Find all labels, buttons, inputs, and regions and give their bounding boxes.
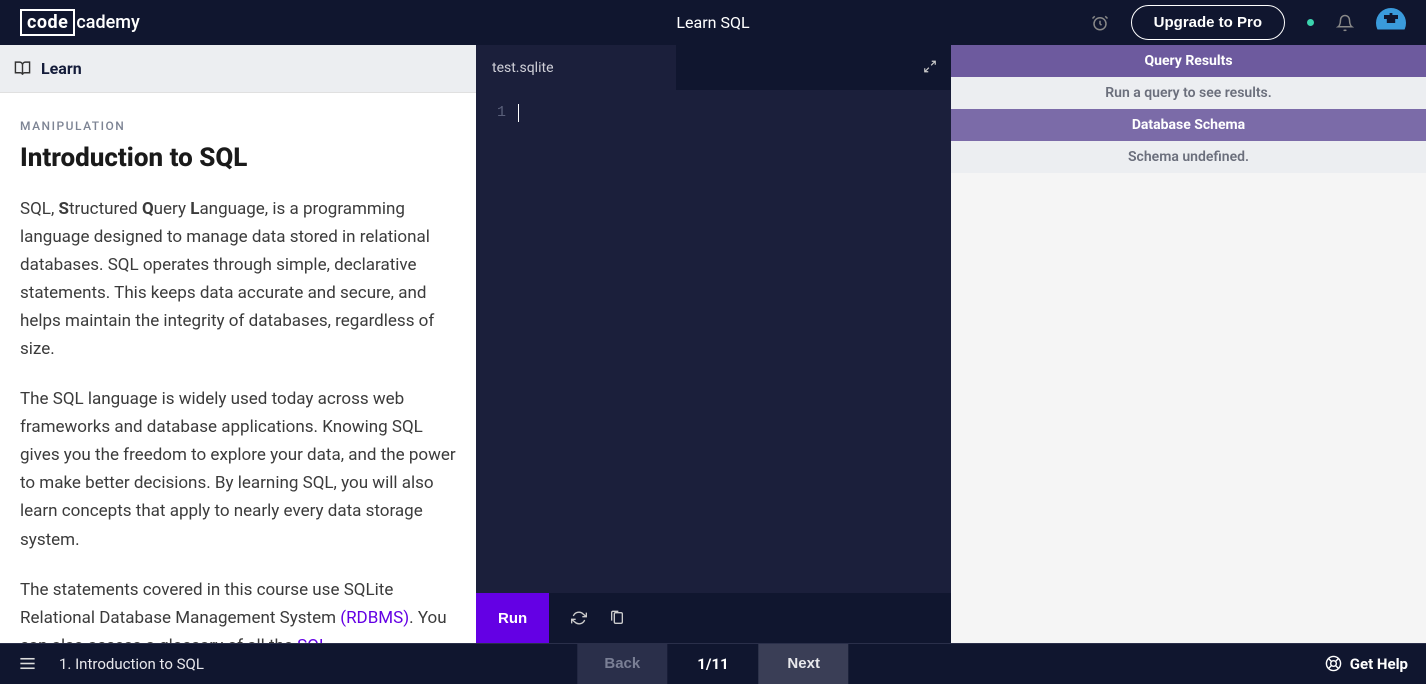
- next-button[interactable]: Next: [759, 644, 849, 684]
- lesson-title: Introduction to SQL: [20, 143, 456, 173]
- footer: 1. Introduction to SQL Back 1/11 Next Ge…: [0, 643, 1426, 683]
- expand-icon[interactable]: [923, 58, 937, 77]
- lesson-content[interactable]: MANIPULATION Introduction to SQL SQL, St…: [0, 93, 476, 643]
- bell-icon[interactable]: [1336, 14, 1354, 32]
- logo-box: code: [20, 9, 75, 36]
- schema-msg: Schema undefined.: [951, 141, 1426, 173]
- sql-glossary-link[interactable]: SQL: [297, 636, 328, 643]
- learn-tab-bar: Learn: [0, 45, 476, 93]
- upgrade-button[interactable]: Upgrade to Pro: [1131, 5, 1285, 40]
- editor-action-bar: Run: [476, 593, 951, 643]
- help-icon: [1325, 655, 1342, 672]
- reset-icon[interactable]: [571, 610, 587, 626]
- avatar[interactable]: [1376, 8, 1406, 38]
- query-results-msg: Run a query to see results.: [951, 77, 1426, 109]
- book-icon: [14, 60, 31, 77]
- get-help[interactable]: Get Help: [1325, 655, 1408, 673]
- lesson-eyebrow: MANIPULATION: [20, 119, 456, 133]
- cursor: [518, 104, 519, 122]
- back-button[interactable]: Back: [577, 644, 667, 684]
- main: Learn MANIPULATION Introduction to SQL S…: [0, 45, 1426, 643]
- editor-tab[interactable]: test.sqlite: [476, 45, 676, 90]
- learn-tab-label[interactable]: Learn: [41, 59, 82, 78]
- top-header: codecademy Learn SQL Upgrade to Pro: [0, 0, 1426, 45]
- run-button[interactable]: Run: [476, 593, 549, 643]
- logo[interactable]: codecademy: [20, 9, 140, 36]
- schema-header: Database Schema: [951, 109, 1426, 141]
- status-dot: [1307, 19, 1314, 26]
- lesson-paragraph: The SQL language is widely used today ac…: [20, 385, 456, 553]
- logo-text: cademy: [76, 12, 139, 33]
- editor-tab-bar: test.sqlite: [476, 45, 951, 90]
- code-editor[interactable]: 1: [476, 90, 951, 593]
- menu-icon[interactable]: [18, 654, 37, 673]
- help-label: Get Help: [1350, 655, 1408, 673]
- results-panel: Query Results Run a query to see results…: [951, 45, 1426, 643]
- line-number: 1: [476, 100, 516, 593]
- lesson-paragraph: SQL, Structured Query Language, is a pro…: [20, 195, 456, 363]
- progress-indicator: 1/11: [697, 655, 728, 673]
- lesson-paragraph: The statements covered in this course us…: [20, 576, 456, 643]
- copy-clipboard-icon[interactable]: [609, 610, 625, 626]
- footer-nav: Back 1/11 Next: [577, 644, 848, 684]
- editor-tab-filename: test.sqlite: [492, 60, 554, 76]
- course-title: Learn SQL: [676, 13, 749, 32]
- lesson-body: SQL, Structured Query Language, is a pro…: [20, 195, 456, 643]
- footer-left: 1. Introduction to SQL: [18, 654, 204, 673]
- footer-lesson-name[interactable]: 1. Introduction to SQL: [59, 655, 204, 673]
- lesson-panel: Learn MANIPULATION Introduction to SQL S…: [0, 45, 476, 643]
- code-text[interactable]: [516, 100, 951, 593]
- header-right: Upgrade to Pro: [1091, 5, 1406, 40]
- alarm-icon[interactable]: [1091, 14, 1109, 32]
- editor-panel: test.sqlite 1 Run: [476, 45, 951, 643]
- query-results-header: Query Results: [951, 45, 1426, 77]
- rdbms-link[interactable]: (RDBMS): [340, 608, 409, 628]
